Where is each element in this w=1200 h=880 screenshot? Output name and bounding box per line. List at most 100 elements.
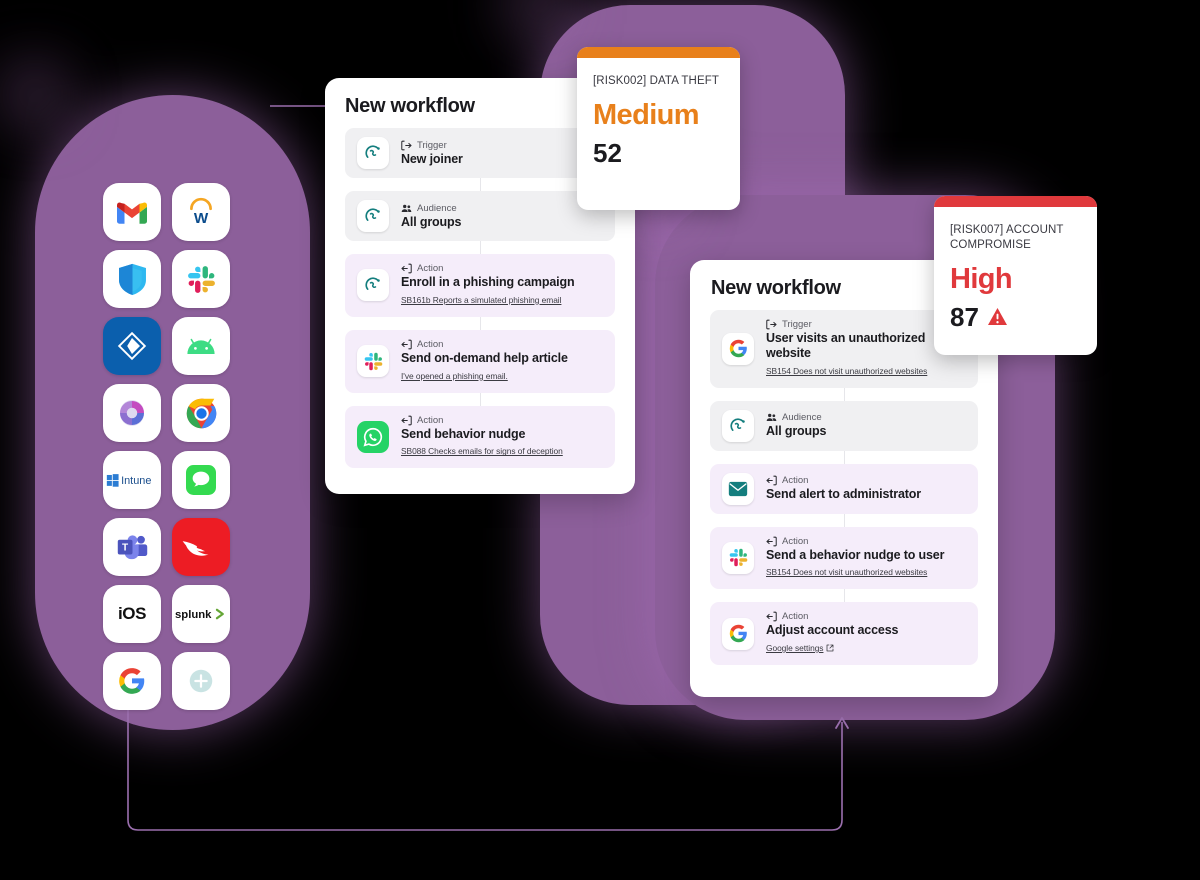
whatsapp-icon (357, 420, 389, 453)
step-label: New joiner (401, 151, 463, 166)
cultureai-icon (722, 409, 754, 442)
step-kind: Action (766, 475, 921, 486)
app-tile-microsoft-defender[interactable] (103, 250, 161, 308)
workflow-b-steps: Trigger User visits an unauthorized webs… (690, 310, 998, 665)
workflow-step[interactable]: Action Send on-demand help article I've … (345, 329, 615, 393)
workflow-step[interactable]: Action Send behavior nudge SB088 Checks … (345, 405, 615, 469)
action-icon (766, 536, 777, 547)
step-sublink[interactable]: SB154 Does not visit unauthorized websit… (766, 366, 927, 376)
google-icon (722, 617, 754, 650)
app-tile-microsoft-teams[interactable]: T (103, 518, 161, 576)
step-body: Action Adjust account access Google sett… (766, 611, 898, 656)
step-kind-label: Action (782, 611, 809, 623)
workflow-step[interactable]: Trigger New joiner (345, 128, 615, 178)
step-kind: Action (766, 611, 898, 622)
step-body: Action Send a behavior nudge to user SB1… (766, 536, 944, 581)
step-body: Audience All groups (401, 203, 461, 230)
app-tile-microsoft-365[interactable] (103, 384, 161, 442)
action-icon (401, 339, 412, 350)
trigger-icon (401, 140, 412, 151)
gmail-icon (117, 201, 147, 224)
step-sublink[interactable]: SB161b Reports a simulated phishing emai… (401, 295, 561, 305)
step-label: Send a behavior nudge to user (766, 547, 945, 562)
splunk-icon: splunk (175, 606, 227, 622)
risk-card-account-compromise[interactable]: [RISK007] ACCOUNT COMPROMISE High 87 (934, 196, 1097, 355)
risk-card-level: High (950, 263, 1013, 296)
step-sublink[interactable]: SB154 Does not visit unauthorized websit… (766, 567, 927, 577)
app-tile-google-chrome[interactable] (172, 384, 230, 442)
workflow-step[interactable]: Action Send alert to administrator (710, 463, 978, 514)
step-body: Action Send on-demand help article I've … (401, 339, 568, 384)
active-directory-icon (116, 330, 148, 362)
app-tile-apple-messages[interactable] (172, 451, 230, 509)
cultureai-icon (357, 269, 389, 302)
risk-card-data-theft[interactable]: [RISK002] DATA THEFT Medium 52 (577, 47, 740, 210)
svg-text:Intune: Intune (121, 475, 151, 487)
app-tile-workday[interactable]: W (172, 183, 230, 241)
step-kind: Audience (401, 203, 461, 214)
step-sublink[interactable]: Google settings (766, 643, 834, 653)
step-body: Action Send alert to administrator (766, 475, 921, 502)
workflow-step[interactable]: Audience All groups (710, 400, 978, 451)
risk-card-level: Medium (593, 99, 700, 132)
step-label: Adjust account access (766, 623, 899, 638)
step-kind: Action (401, 339, 568, 350)
app-tile-active-directory[interactable] (103, 317, 161, 375)
trigger-icon (766, 319, 777, 330)
microsoft-teams-icon: T (117, 534, 148, 561)
google-icon (722, 332, 754, 365)
step-label: Enroll in a phishing campaign (401, 275, 575, 289)
step-label: Send on-demand help article (401, 350, 568, 365)
diagram-canvas: W Intune T iOS splunk New workflow Trigg… (0, 0, 1200, 880)
workflow-step[interactable]: Action Enroll in a phishing campaign SB1… (345, 254, 615, 317)
slack-icon (357, 345, 389, 378)
step-label: Send behavior nudge (401, 426, 526, 441)
workflow-step[interactable]: Audience All groups (345, 191, 615, 241)
app-tile-crowdstrike[interactable] (172, 518, 230, 576)
step-kind-label: Audience (782, 412, 822, 424)
step-kind: Trigger (401, 140, 463, 151)
step-sublink-label: I've opened a phishing email. (401, 370, 508, 381)
app-tile-gmail[interactable] (103, 183, 161, 241)
app-tile-android[interactable] (172, 317, 230, 375)
cultureai-icon (357, 137, 389, 169)
app-tile-google[interactable] (103, 652, 161, 710)
step-label: All groups (401, 214, 462, 229)
audience-icon (401, 203, 412, 214)
action-icon (766, 611, 777, 622)
action-icon (766, 475, 777, 486)
step-kind: Action (401, 415, 563, 426)
risk-card-score: 87 (950, 304, 1081, 330)
step-kind-label: Action (782, 475, 809, 487)
integration-app-grid: W Intune T iOS splunk (103, 183, 230, 710)
step-sublink[interactable]: I've opened a phishing email. (401, 371, 508, 381)
app-tile-slack[interactable] (172, 250, 230, 308)
workflow-step[interactable]: Action Send a behavior nudge to user SB1… (710, 526, 978, 590)
android-icon (185, 336, 217, 356)
step-kind-label: Action (782, 535, 809, 547)
risk-card-score-value: 52 (593, 138, 622, 169)
app-tile-ios[interactable]: iOS (103, 585, 161, 643)
svg-text:splunk: splunk (175, 609, 212, 621)
workday-icon: W (185, 196, 217, 228)
step-kind-label: Trigger (782, 319, 812, 330)
action-icon (401, 263, 412, 274)
add-icon (188, 668, 214, 694)
step-sublink[interactable]: SB088 Checks emails for signs of decepti… (401, 446, 563, 456)
step-label: All groups (766, 424, 827, 439)
step-sublink-label: SB154 Does not visit unauthorized websit… (766, 365, 928, 376)
app-tile-splunk[interactable]: splunk (172, 585, 230, 643)
connector-left-to-workflow-b (127, 700, 849, 831)
step-sublink-label: Google settings (766, 643, 824, 653)
app-tile-add-integration[interactable] (172, 652, 230, 710)
action-icon (401, 415, 412, 426)
step-kind-label: Action (417, 338, 444, 350)
workflow-step[interactable]: Action Adjust account access Google sett… (710, 602, 978, 665)
risk-card-bar (934, 196, 1097, 207)
step-kind-label: Action (417, 263, 444, 274)
step-sublink-label: SB161b Reports a simulated phishing emai… (401, 294, 562, 305)
step-body: Audience All groups (766, 412, 826, 439)
google-icon (118, 667, 146, 695)
app-tile-microsoft-intune[interactable]: Intune (103, 451, 161, 509)
step-kind: Action (401, 263, 574, 274)
